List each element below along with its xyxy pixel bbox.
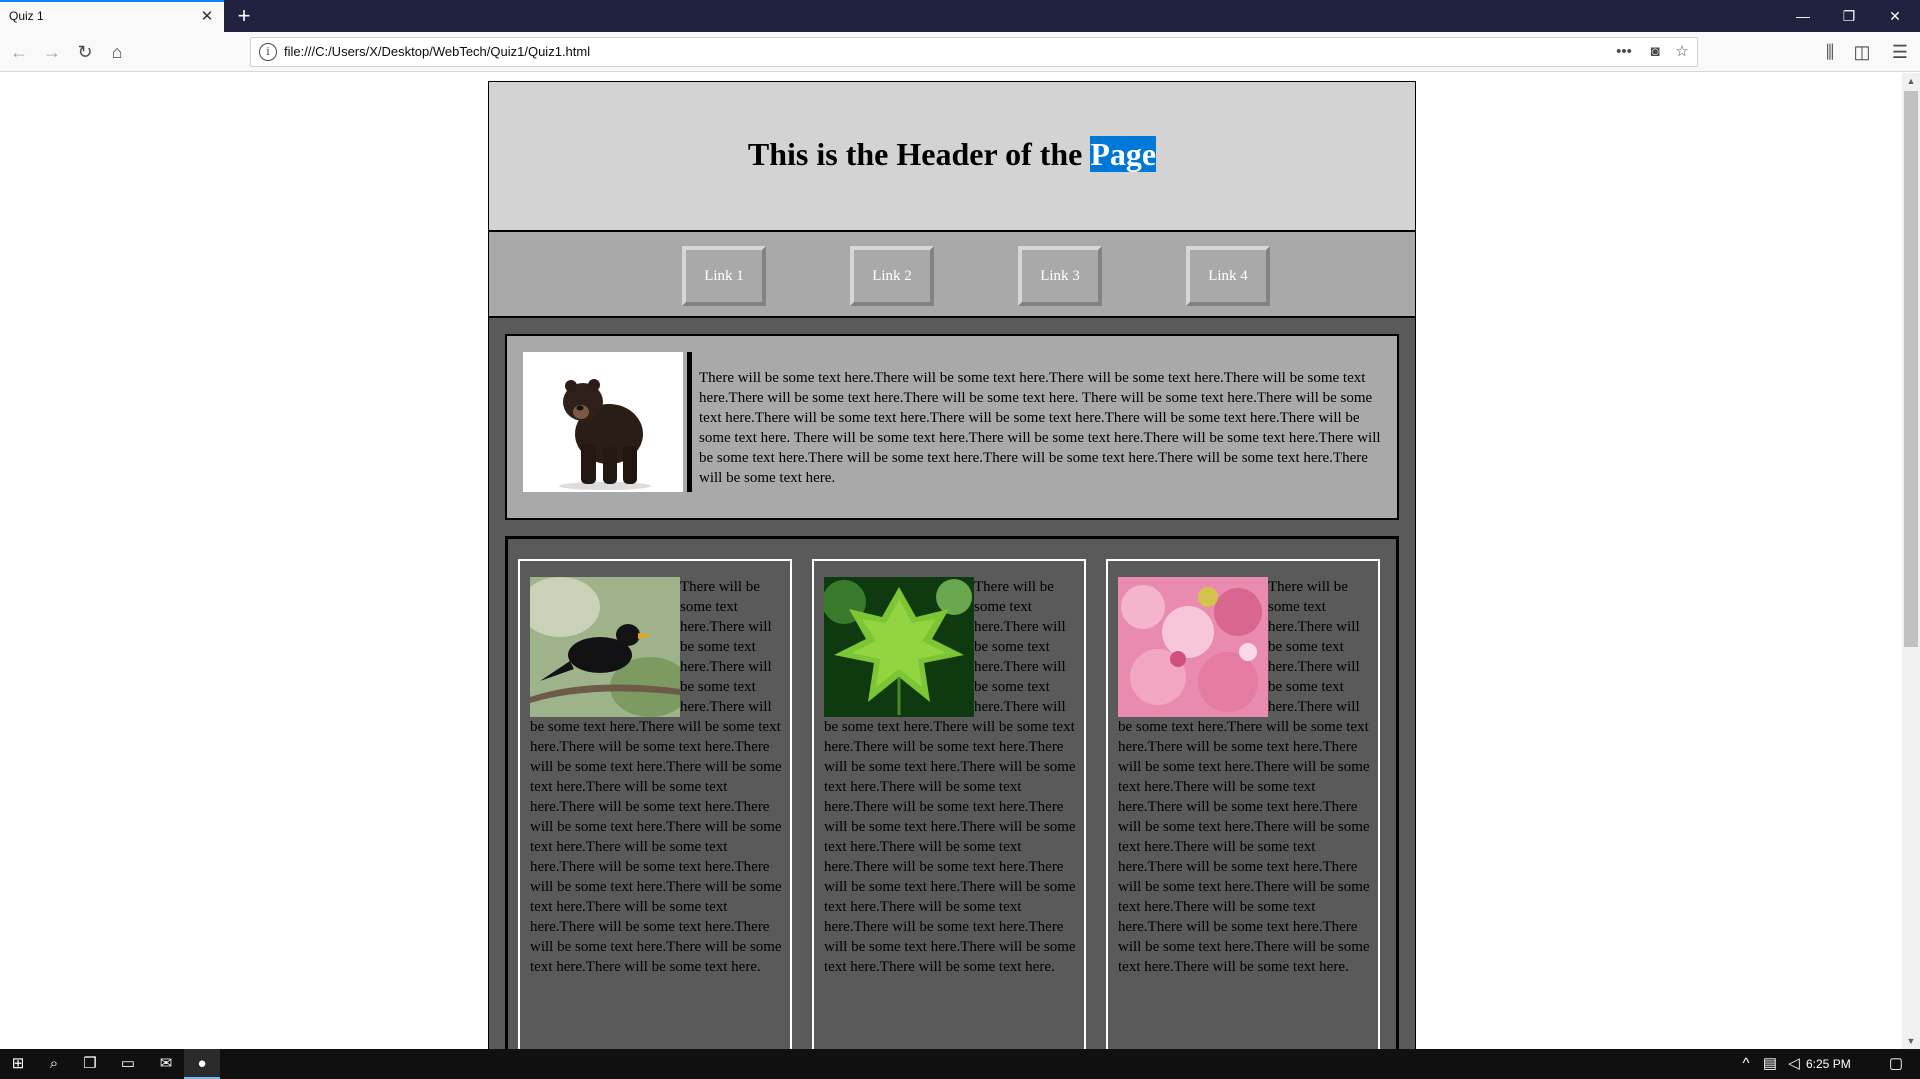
minimize-icon[interactable]: — <box>1780 0 1826 32</box>
task-view-icon[interactable]: ❒ <box>72 1049 108 1079</box>
windows-taskbar: ⊞ ⌕ ❒ ▭ ✉ ● ^ ▤ ◁ 6:25 PM ▢ <box>0 1049 1920 1079</box>
window-close-icon[interactable]: ✕ <box>1872 0 1918 32</box>
sidebar-icon[interactable]: ◫ <box>1850 40 1874 64</box>
blackbird-image <box>530 577 680 717</box>
tab-close-icon[interactable]: ✕ <box>198 8 216 26</box>
more-actions-icon[interactable]: ••• <box>1613 41 1635 63</box>
scroll-up-icon[interactable]: ▲ <box>1902 73 1920 89</box>
bear-image <box>523 352 683 492</box>
card-cherry-blossom: There will be some text here.There will … <box>1106 559 1380 1049</box>
page-title: This is the Header of the Page <box>489 136 1415 173</box>
tab-title: Quiz 1 <box>9 9 44 23</box>
scroll-thumb[interactable] <box>1904 91 1918 647</box>
page-header: This is the Header of the Page <box>489 82 1415 232</box>
selected-text: Page <box>1090 136 1157 172</box>
reload-icon[interactable]: ↻ <box>73 40 97 64</box>
forward-icon[interactable]: → <box>40 40 64 64</box>
restore-icon[interactable]: ❐ <box>1826 0 1872 32</box>
page-title-text: This is the Header of the <box>747 136 1091 172</box>
pocket-icon[interactable]: ◙ <box>1644 41 1666 63</box>
start-icon[interactable]: ⊞ <box>0 1049 36 1079</box>
cherry-blossom-image <box>1118 577 1268 717</box>
card-blackbird: There will be some text here.There will … <box>518 559 792 1049</box>
mail-icon[interactable]: ✉ <box>148 1049 184 1079</box>
maple-leaf-image <box>824 577 974 717</box>
tab-quiz1[interactable]: Quiz 1 ✕ <box>0 0 224 32</box>
file-explorer-icon[interactable]: ▭ <box>110 1049 146 1079</box>
search-icon[interactable]: ⌕ <box>36 1049 72 1079</box>
back-icon[interactable]: ← <box>7 40 31 64</box>
link-1-button[interactable]: Link 1 <box>682 246 766 306</box>
url-input[interactable]: file:///C:/Users/X/Desktop/WebTech/Quiz1… <box>284 44 590 59</box>
page-scrollbar[interactable]: ▲ ▼ <box>1902 73 1920 1049</box>
info-icon[interactable]: i <box>259 43 277 61</box>
scroll-down-icon[interactable]: ▼ <box>1902 1033 1920 1049</box>
feature-paragraph: There will be some text here.There will … <box>699 370 1381 486</box>
bookmark-star-icon[interactable]: ☆ <box>1671 41 1693 63</box>
url-bar[interactable]: i file:///C:/Users/X/Desktop/WebTech/Qui… <box>250 37 1698 67</box>
feature-section: There will be some text here.There will … <box>505 334 1399 520</box>
notifications-icon[interactable]: ▢ <box>1878 1049 1914 1079</box>
card-maple-leaf: There will be some text here.There will … <box>812 559 1086 1049</box>
page-container: This is the Header of the Page Link 1 Li… <box>488 81 1416 1049</box>
cards-section: There will be some text here.There will … <box>505 536 1399 1049</box>
feature-divider <box>687 352 692 492</box>
clock[interactable]: 6:25 PM <box>1806 1057 1851 1071</box>
link-4-button[interactable]: Link 4 <box>1186 246 1270 306</box>
link-3-button[interactable]: Link 3 <box>1018 246 1102 306</box>
new-tab-icon[interactable]: + <box>230 2 258 30</box>
link-2-button[interactable]: Link 2 <box>850 246 934 306</box>
page-viewport: This is the Header of the Page Link 1 Li… <box>0 73 1902 1049</box>
navigation-toolbar: ← → ↻ ⌂ i file:///C:/Users/X/Desktop/Web… <box>0 32 1920 72</box>
menu-icon[interactable]: ☰ <box>1888 40 1912 64</box>
library-icon[interactable]: ⫼ <box>1818 40 1842 64</box>
home-icon[interactable]: ⌂ <box>105 40 129 64</box>
link-nav: Link 1 Link 2 Link 3 Link 4 <box>489 232 1415 318</box>
tab-strip: Quiz 1 ✕ + — ❐ ✕ <box>0 0 1920 32</box>
content-area: There will be some text here.There will … <box>489 318 1415 1049</box>
firefox-icon[interactable]: ● <box>184 1049 220 1079</box>
